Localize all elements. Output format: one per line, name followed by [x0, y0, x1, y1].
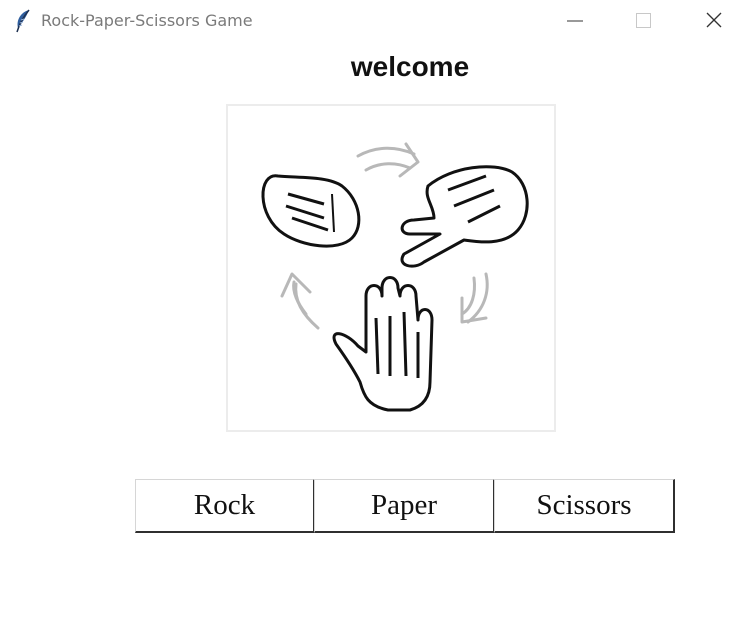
rps-illustration [226, 104, 556, 432]
close-button[interactable] [690, 0, 736, 42]
title-bar[interactable]: Rock-Paper-Scissors Game [0, 0, 748, 42]
maximize-button[interactable] [620, 0, 666, 42]
paper-button[interactable]: Paper [314, 479, 495, 533]
welcome-heading: welcome [350, 51, 470, 82]
minimize-icon [567, 20, 583, 22]
app-window: Rock-Paper-Scissors Game welcome Rock Pa… [0, 0, 748, 640]
window-title: Rock-Paper-Scissors Game [41, 11, 253, 30]
close-icon [706, 12, 722, 28]
feather-icon [12, 8, 34, 34]
rock-hand-icon [261, 174, 361, 248]
paper-hand-icon [332, 276, 434, 412]
rock-button[interactable]: Rock [135, 479, 315, 533]
maximize-icon [636, 13, 651, 28]
minimize-button[interactable] [552, 0, 598, 42]
scissors-button[interactable]: Scissors [494, 479, 675, 533]
scissors-hand-icon [400, 165, 529, 268]
